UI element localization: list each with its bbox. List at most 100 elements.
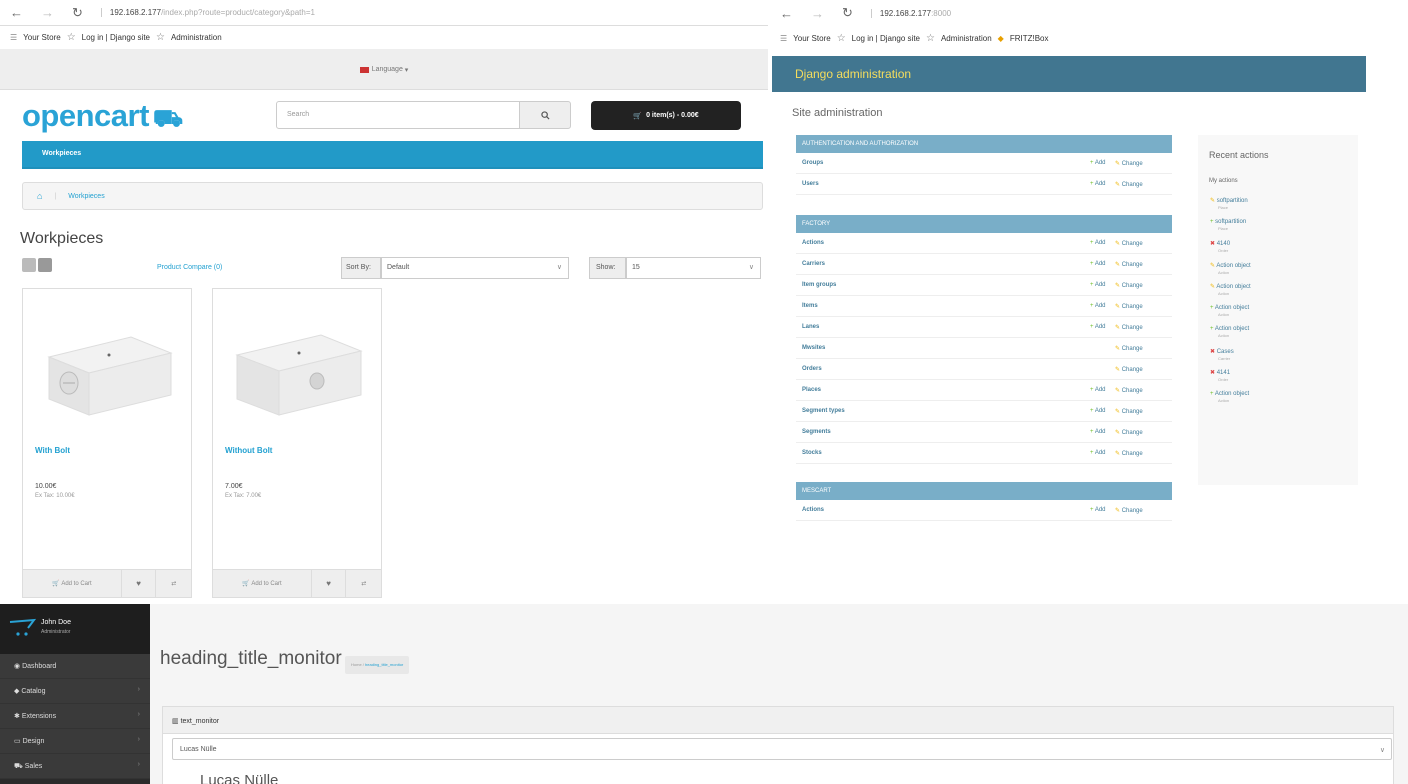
- model-name-link[interactable]: Segments: [802, 429, 831, 435]
- model-name-link[interactable]: Segment types: [802, 408, 845, 414]
- bookmark-administration[interactable]: Administration: [171, 33, 222, 42]
- bookmark-your-store[interactable]: Your Store: [793, 34, 831, 43]
- add-link[interactable]: + Add: [1090, 240, 1106, 246]
- recent-action-item[interactable]: + Action object Action: [1210, 305, 1249, 317]
- recent-action-item[interactable]: ✖ 4141 Order: [1210, 369, 1230, 382]
- recent-action-item[interactable]: ✎ Action object Action: [1210, 262, 1251, 275]
- model-name-link[interactable]: Carriers: [802, 261, 825, 267]
- wishlist-button[interactable]: ♥: [312, 570, 347, 597]
- model-name-link[interactable]: Stocks: [802, 450, 822, 456]
- recent-action-item[interactable]: ✖ Cases Carrier: [1210, 348, 1234, 361]
- add-link[interactable]: + Add: [1090, 408, 1106, 414]
- bookmark-fritzbox[interactable]: FRITZ!Box: [1010, 34, 1049, 43]
- show-select[interactable]: 15 ∨: [626, 257, 761, 279]
- back-arrow-icon[interactable]: ←: [10, 5, 23, 20]
- sidebar-item-catalog[interactable]: ◆ Catalog ›: [0, 679, 150, 704]
- breadcrumb-current[interactable]: heading_title_monitor: [365, 662, 403, 667]
- add-link[interactable]: + Add: [1090, 181, 1106, 187]
- model-name-link[interactable]: Actions: [802, 507, 824, 513]
- add-link[interactable]: + Add: [1090, 261, 1106, 267]
- module-caption[interactable]: Factory: [796, 215, 1172, 233]
- change-link[interactable]: ✎ Change: [1115, 366, 1143, 373]
- breadcrumb-workpieces[interactable]: Workpieces: [68, 193, 104, 200]
- add-link[interactable]: + Add: [1090, 324, 1106, 330]
- compare-button[interactable]: ⇄: [156, 570, 191, 597]
- change-link[interactable]: ✎ Change: [1115, 261, 1143, 268]
- address-bar[interactable]: 192.168.2.177:8000: [870, 8, 951, 18]
- add-to-cart-button[interactable]: 🛒 Add to Cart: [23, 570, 122, 597]
- reload-icon[interactable]: ↻: [72, 5, 83, 21]
- product-compare-link[interactable]: Product Compare (0): [157, 264, 222, 271]
- change-link[interactable]: ✎ Change: [1115, 240, 1143, 247]
- opencart-logo[interactable]: opencart ⛟: [22, 98, 183, 135]
- bookmark-administration[interactable]: Administration: [941, 34, 992, 43]
- model-name-link[interactable]: Mwsites: [802, 345, 825, 351]
- add-link[interactable]: + Add: [1090, 507, 1106, 513]
- change-link[interactable]: ✎ Change: [1115, 303, 1143, 310]
- cart-button[interactable]: 🛒 0 item(s) - 0.00€: [591, 101, 741, 130]
- wishlist-button[interactable]: ♥: [122, 570, 157, 597]
- bookmark-django-login[interactable]: Log in | Django site: [852, 34, 920, 43]
- change-link[interactable]: ✎ Change: [1115, 282, 1143, 289]
- model-name-link[interactable]: Item groups: [802, 282, 836, 288]
- module-caption[interactable]: Mescart: [796, 482, 1172, 500]
- bookmark-your-store[interactable]: Your Store: [23, 33, 61, 42]
- add-link[interactable]: + Add: [1090, 450, 1106, 456]
- model-name-link[interactable]: Lanes: [802, 324, 819, 330]
- add-link[interactable]: + Add: [1090, 429, 1106, 435]
- add-link[interactable]: + Add: [1090, 160, 1106, 166]
- product-name[interactable]: Without Bolt: [225, 446, 272, 455]
- search-input[interactable]: Search: [276, 101, 520, 129]
- sort-select[interactable]: Default ∨: [381, 257, 569, 279]
- breadcrumb-home[interactable]: Home: [351, 662, 362, 667]
- add-link[interactable]: + Add: [1090, 387, 1106, 393]
- model-name-link[interactable]: Items: [802, 303, 818, 309]
- add-to-cart-button[interactable]: 🛒 Add to Cart: [213, 570, 312, 597]
- module-caption[interactable]: Authentication and Authorization: [796, 135, 1172, 153]
- add-link[interactable]: + Add: [1090, 303, 1106, 309]
- home-icon[interactable]: ⌂: [37, 191, 42, 201]
- change-link[interactable]: ✎ Change: [1115, 429, 1143, 436]
- compare-button[interactable]: ⇄: [346, 570, 381, 597]
- sidebar-item-sales[interactable]: ⛟ Sales ›: [0, 754, 150, 779]
- change-link[interactable]: ✎ Change: [1115, 450, 1143, 457]
- back-arrow-icon[interactable]: ←: [780, 6, 793, 21]
- menu-item-workpieces[interactable]: Workpieces: [42, 150, 81, 157]
- reload-icon[interactable]: ↻: [842, 5, 853, 21]
- change-link[interactable]: ✎ Change: [1115, 408, 1143, 415]
- recent-action-item[interactable]: ✖ 4140 Order: [1210, 240, 1230, 253]
- monitor-select[interactable]: Lucas Nülle ∨: [172, 738, 1392, 760]
- change-link[interactable]: ✎ Change: [1115, 160, 1143, 167]
- add-link[interactable]: + Add: [1090, 282, 1106, 288]
- recent-action-item[interactable]: + soft‌partition Place: [1210, 219, 1246, 231]
- language-dropdown[interactable]: Language: [372, 66, 403, 73]
- change-link[interactable]: ✎ Change: [1115, 507, 1143, 514]
- django-header[interactable]: Django administration: [772, 56, 1366, 92]
- bookmark-django-login[interactable]: Log in | Django site: [82, 33, 150, 42]
- product-image-without-bolt[interactable]: [229, 315, 369, 425]
- change-link[interactable]: ✎ Change: [1115, 345, 1143, 352]
- sidebar-item-extensions[interactable]: ✱ Extensions ›: [0, 704, 150, 729]
- sidebar-item-design[interactable]: ▭ Design ›: [0, 729, 150, 754]
- model-name-link[interactable]: Groups: [802, 160, 823, 166]
- model-name-link[interactable]: Orders: [802, 366, 822, 372]
- address-bar[interactable]: 192.168.2.177/index.php?route=product/ca…: [100, 8, 315, 17]
- sidebar-item-dashboard[interactable]: ◉ Dashboard: [0, 654, 150, 679]
- recent-action-item[interactable]: + Action object Action: [1210, 391, 1249, 403]
- recent-action-item[interactable]: + Action object Action: [1210, 326, 1249, 338]
- list-view-icon[interactable]: [22, 258, 36, 272]
- change-link[interactable]: ✎ Change: [1115, 387, 1143, 394]
- model-name-link[interactable]: Users: [802, 181, 819, 187]
- search-button[interactable]: [519, 101, 571, 129]
- change-link[interactable]: ✎ Change: [1115, 181, 1143, 188]
- model-name-link[interactable]: Actions: [802, 240, 824, 246]
- change-link[interactable]: ✎ Change: [1115, 324, 1143, 331]
- recent-action-item[interactable]: ✎ Action object Action: [1210, 283, 1251, 296]
- forward-arrow-icon[interactable]: →: [811, 6, 824, 21]
- forward-arrow-icon[interactable]: →: [41, 5, 54, 20]
- grid-view-icon[interactable]: [38, 258, 52, 272]
- product-image-with-bolt[interactable]: [39, 315, 179, 425]
- model-name-link[interactable]: Places: [802, 387, 821, 393]
- recent-action-item[interactable]: ✎ soft‌partition Place: [1210, 197, 1248, 210]
- admin-user-name[interactable]: John Doe: [41, 619, 71, 626]
